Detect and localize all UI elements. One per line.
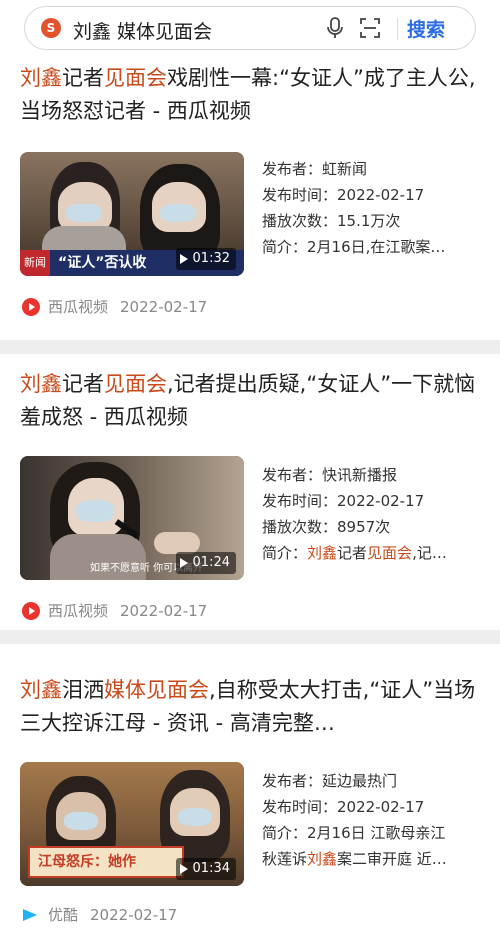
publish-time: 发布时间：2022-02-17 xyxy=(262,186,425,204)
text-segment: 记者 xyxy=(337,544,368,562)
text-segment: 案二审开庭 近… xyxy=(337,850,447,868)
result-title[interactable]: 刘鑫记者见面会,记者提出质疑,“女证人”一下就恼羞成怒 - 西瓜视频 xyxy=(20,368,480,434)
thumbnail-overlay-text: “证人”否认收 xyxy=(58,255,147,271)
play-count: 播放次数：8957次 xyxy=(262,518,391,536)
result-meta: 发布者：快讯新播报 发布时间：2022-02-17 播放次数：8957次 简介：… xyxy=(262,462,484,566)
publish-time: 发布时间：2022-02-17 xyxy=(262,798,425,816)
scan-icon[interactable] xyxy=(359,17,381,39)
result-card[interactable]: 刘鑫记者见面会,记者提出质疑,“女证人”一下就恼羞成怒 - 西瓜视频 如果不愿意… xyxy=(0,354,500,630)
video-duration: 01:24 xyxy=(175,552,236,574)
duration-label: 01:24 xyxy=(192,555,230,570)
highlighted-keyword: 见面会 xyxy=(367,544,413,562)
highlighted-keyword: 见面会 xyxy=(104,372,167,396)
duration-label: 01:34 xyxy=(192,861,230,876)
youku-icon xyxy=(22,905,40,924)
result-card[interactable]: 刘鑫泪洒媒体见面会,自称受太大打击,“证人”当场三大控诉江母 - 资讯 - 高清… xyxy=(0,644,500,934)
video-duration: 01:34 xyxy=(175,858,236,880)
publish-time: 发布时间：2022-02-17 xyxy=(262,492,425,510)
play-icon xyxy=(179,864,188,874)
text-segment: 简介：2月16日,在江歌案… xyxy=(262,238,446,256)
text-segment: 秋莲诉 xyxy=(262,850,308,868)
news-badge: 新闻 xyxy=(20,250,50,276)
highlighted-keyword: 刘鑫 xyxy=(307,850,338,868)
highlighted-keyword: 刘鑫 xyxy=(20,372,62,396)
result-meta: 发布者：延边最热门 发布时间：2022-02-17 简介：2月16日 江歌母亲江… xyxy=(262,768,484,872)
publisher: 发布者：快讯新播报 xyxy=(262,466,398,484)
video-duration: 01:32 xyxy=(175,248,236,270)
play-icon xyxy=(179,254,188,264)
text-segment: 泪洒 xyxy=(62,678,104,702)
duration-label: 01:32 xyxy=(192,251,230,266)
search-header: S 刘鑫 媒体见面会 搜索 xyxy=(0,0,500,64)
result-meta: 发布者：虹新闻 发布时间：2022-02-17 播放次数：15.1万次 简介：2… xyxy=(262,156,484,260)
source-date: 2022-02-17 xyxy=(120,601,208,620)
result-source[interactable]: 西瓜视频 2022-02-17 xyxy=(22,600,207,621)
search-input[interactable]: 刘鑫 媒体见面会 xyxy=(73,17,212,44)
highlighted-keyword: 刘鑫 xyxy=(20,66,62,90)
source-name: 西瓜视频 xyxy=(48,602,109,620)
source-date: 2022-02-17 xyxy=(90,905,178,924)
result-source[interactable]: 优酷 2022-02-17 xyxy=(22,904,177,925)
search-box[interactable]: S 刘鑫 媒体见面会 搜索 xyxy=(24,6,476,50)
play-count: 播放次数：15.1万次 xyxy=(262,212,401,230)
video-thumbnail[interactable]: 江母怒斥：她作 01:34 xyxy=(20,762,244,886)
summary: 简介：2月16日 江歌母亲江 xyxy=(262,824,446,842)
result-source[interactable]: 西瓜视频 2022-02-17 xyxy=(22,296,207,317)
summary-continued: 秋莲诉刘鑫案二审开庭 近… xyxy=(262,846,484,872)
result-title[interactable]: 刘鑫记者见面会戏剧性一幕:“女证人”成了主人公,当场怒怼记者 - 西瓜视频 xyxy=(20,62,480,128)
summary: 简介：2月16日,在江歌案… xyxy=(262,234,484,260)
publisher: 发布者：延边最热门 xyxy=(262,772,398,790)
video-thumbnail[interactable]: 如果不愿意听 你可以离开 01:24 xyxy=(20,456,244,580)
microphone-icon[interactable] xyxy=(325,16,345,40)
video-thumbnail[interactable]: 新闻 “证人”否认收 01:32 xyxy=(20,152,244,276)
highlighted-keyword: 媒体见面会 xyxy=(104,678,209,702)
highlighted-keyword: 见面会 xyxy=(104,66,167,90)
xigua-icon xyxy=(22,601,40,620)
text-segment: 简介： xyxy=(262,544,308,562)
thumbnail-overlay-text: 江母怒斥：她作 xyxy=(38,854,136,870)
source-name: 优酷 xyxy=(48,906,79,924)
result-card[interactable]: 刘鑫记者见面会戏剧性一幕:“女证人”成了主人公,当场怒怼记者 - 西瓜视频 新闻… xyxy=(0,62,500,340)
highlighted-keyword: 刘鑫 xyxy=(20,678,62,702)
play-icon xyxy=(179,558,188,568)
source-date: 2022-02-17 xyxy=(120,297,208,316)
search-divider xyxy=(397,18,398,40)
search-button[interactable]: 搜索 xyxy=(407,15,445,42)
text-segment: 记者 xyxy=(62,66,104,90)
summary: 简介：刘鑫记者见面会,记… xyxy=(262,540,484,566)
text-segment: ,记… xyxy=(412,544,447,562)
highlighted-keyword: 刘鑫 xyxy=(307,544,338,562)
publisher: 发布者：虹新闻 xyxy=(262,160,368,178)
search-engine-logo-icon: S xyxy=(41,18,61,38)
result-title[interactable]: 刘鑫泪洒媒体见面会,自称受太大打击,“证人”当场三大控诉江母 - 资讯 - 高清… xyxy=(20,674,480,740)
source-name: 西瓜视频 xyxy=(48,298,109,316)
xigua-icon xyxy=(22,297,40,316)
text-segment: 记者 xyxy=(62,372,104,396)
thumbnail-caption: 江母怒斥：她作 xyxy=(28,846,184,878)
